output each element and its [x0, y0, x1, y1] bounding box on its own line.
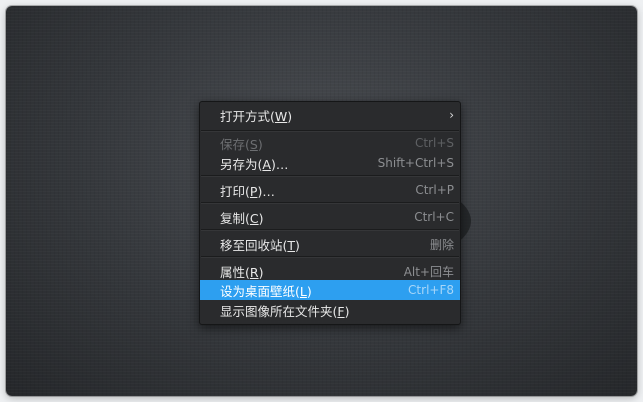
context-menu: 打开方式(W) › 保存(S) Ctrl+S 另存为(A)… Shift+Ctr… — [199, 101, 461, 325]
mnemonic-key: C — [249, 210, 259, 226]
menu-item-shortcut: 删除 — [429, 237, 454, 252]
chevron-right-icon: › — [449, 108, 454, 122]
menu-item-copy[interactable]: 复制(C) Ctrl+C — [200, 204, 460, 230]
menu-item-label: 复制(C) — [220, 210, 264, 226]
menu-item-label: 另存为(A)… — [220, 156, 289, 172]
menu-item-shortcut: Ctrl+F8 — [408, 283, 454, 297]
menu-item-label: 设为桌面壁纸(L) — [220, 283, 312, 299]
menu-item-shortcut: Ctrl+C — [414, 210, 454, 224]
menu-item-set-as-wallpaper[interactable]: 设为桌面壁纸(L) Ctrl+F8 — [200, 280, 460, 300]
menu-item-label: 移至回收站(T) — [220, 237, 300, 253]
menu-item-show-in-folder[interactable]: 显示图像所在文件夹(F) — [200, 300, 460, 320]
mnemonic-key: T — [287, 237, 296, 253]
menu-item-shortcut: Alt+回车 — [403, 264, 454, 279]
mnemonic-key: R — [249, 264, 259, 280]
menu-item-label: 打开方式(W) — [220, 108, 293, 124]
mnemonic-key: W — [274, 108, 288, 124]
menu-item-save-as[interactable]: 另存为(A)… Shift+Ctrl+S — [200, 150, 460, 176]
mnemonic-key: A — [262, 156, 271, 172]
menu-item-print[interactable]: 打印(P)… Ctrl+P — [200, 177, 460, 203]
menu-item-shortcut: Ctrl+P — [415, 183, 454, 197]
mnemonic-key: F — [337, 303, 345, 319]
menu-item-open-with[interactable]: 打开方式(W) › — [200, 102, 460, 128]
menu-item-shortcut: Shift+Ctrl+S — [377, 156, 454, 170]
menu-item-label: 显示图像所在文件夹(F) — [220, 303, 350, 319]
menu-item-move-to-trash[interactable]: 移至回收站(T) 删除 — [200, 231, 460, 257]
menu-item-label: 属性(R) — [220, 264, 264, 280]
mnemonic-key: L — [299, 283, 307, 299]
menu-item-shortcut: Ctrl+S — [414, 136, 454, 150]
menu-item-label: 打印(P)… — [220, 183, 275, 199]
